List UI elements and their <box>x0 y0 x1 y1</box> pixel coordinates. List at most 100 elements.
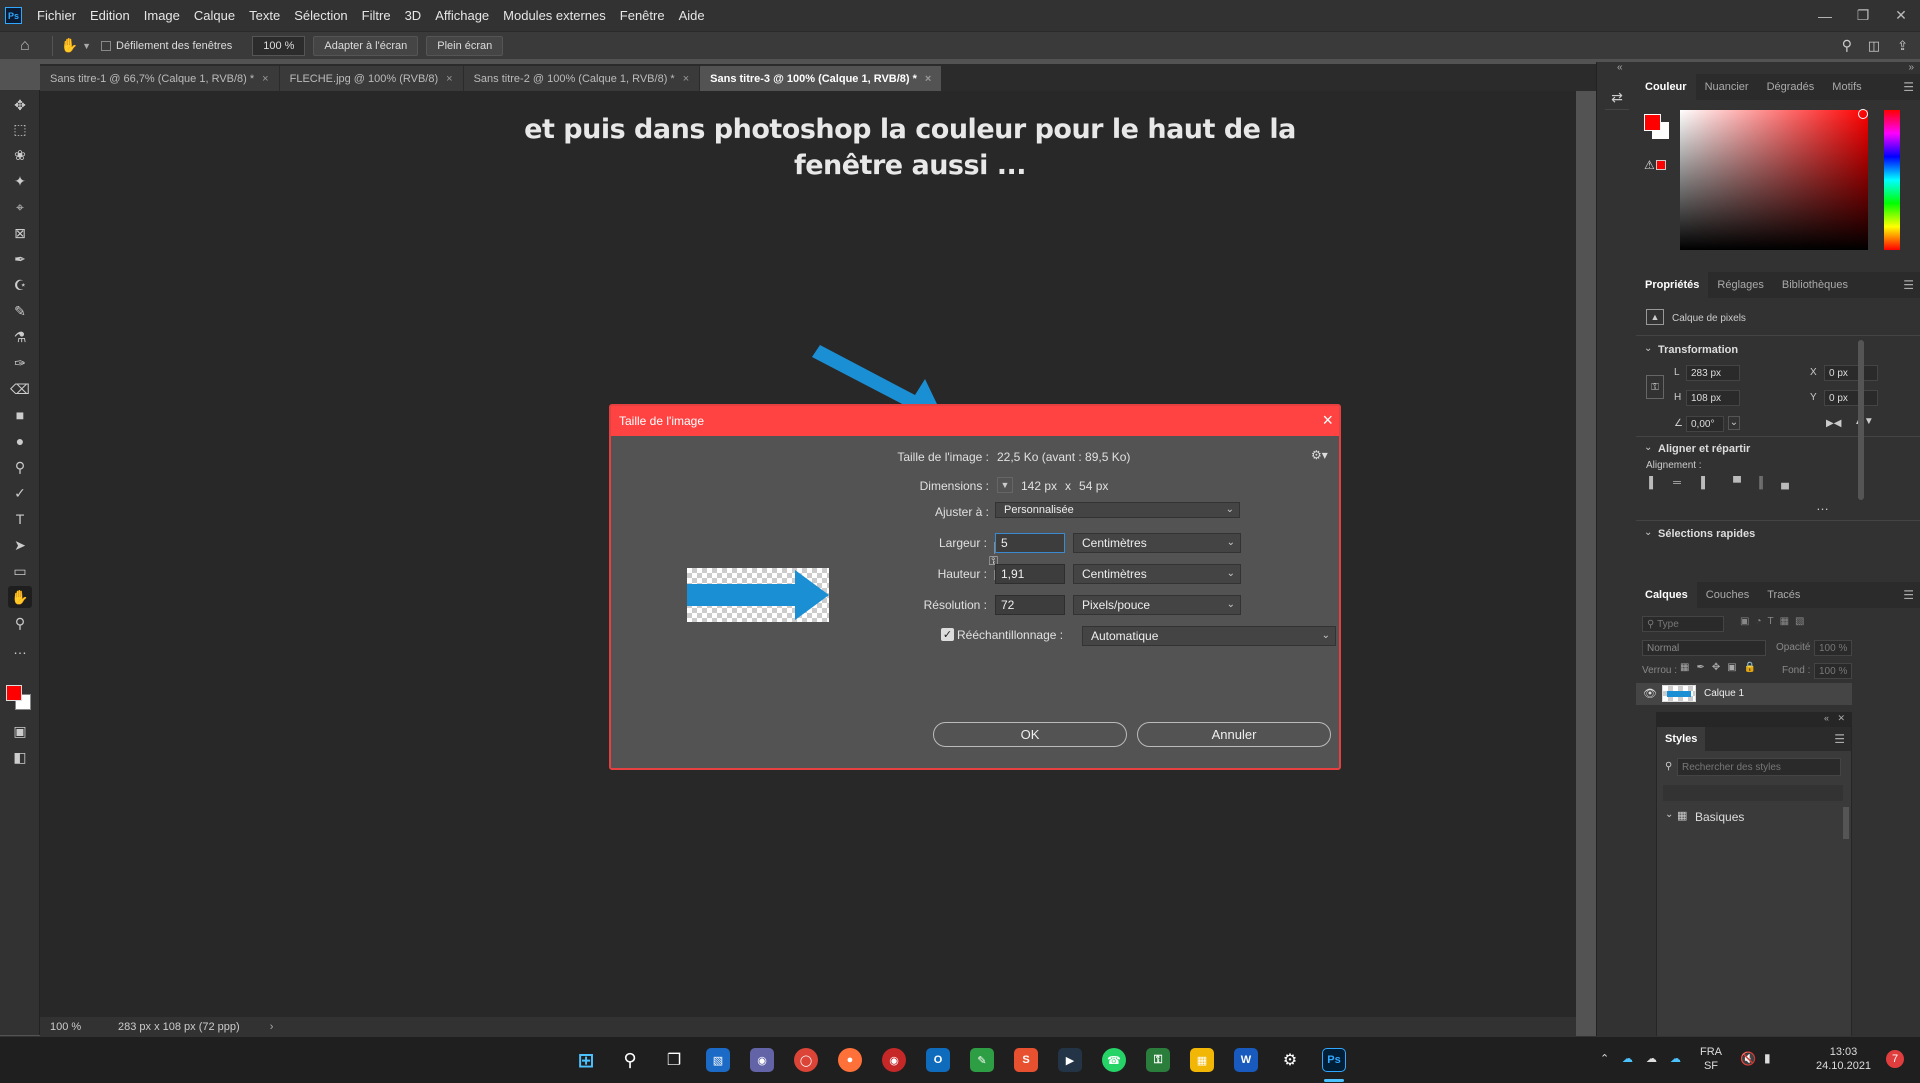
chevron-down-icon[interactable]: ⌄ <box>1665 809 1673 820</box>
color-field[interactable] <box>1680 110 1868 250</box>
edit-app-icon[interactable]: ✎ <box>970 1048 994 1072</box>
chevron-down-icon[interactable]: ⌄ <box>1644 442 1652 453</box>
crop-tool-icon[interactable]: ⌖ <box>8 196 32 218</box>
close-icon[interactable]: ✕ <box>1882 0 1920 31</box>
quick-mask-icon[interactable]: ▣ <box>8 720 32 742</box>
close-icon[interactable]: × <box>262 73 268 85</box>
lock-icons[interactable]: ▦✒✥▣🔒 <box>1680 662 1763 673</box>
menu-image[interactable]: Image <box>137 8 187 23</box>
firefox-icon[interactable]: ● <box>838 1048 862 1072</box>
x-input[interactable]: 0 px <box>1824 365 1878 381</box>
slides-app-icon[interactable]: S <box>1014 1048 1038 1072</box>
blur-tool-icon[interactable]: ● <box>8 430 32 452</box>
search-icon[interactable]: ⚲ <box>618 1048 642 1072</box>
color-picker-handle[interactable] <box>1858 109 1868 119</box>
gear-icon[interactable]: ⚙▾ <box>1311 448 1328 462</box>
type-tool-icon[interactable]: T <box>8 508 32 530</box>
tab-sans-titre-1[interactable]: Sans titre-1 @ 66,7% (Calque 1, RVB/8) *… <box>40 66 280 91</box>
screen-recorder-icon[interactable]: ◉ <box>882 1048 906 1072</box>
chevron-down-icon[interactable]: ▼ <box>82 41 91 51</box>
restore-icon[interactable]: ❐ <box>1844 0 1882 31</box>
chrome-icon[interactable]: ◯ <box>794 1048 818 1072</box>
tab-calques[interactable]: Calques <box>1636 582 1697 608</box>
menu-3d[interactable]: 3D <box>398 8 429 23</box>
task-view-icon[interactable]: ❐ <box>662 1048 686 1072</box>
close-icon[interactable]: ✕ <box>1837 713 1845 724</box>
word-icon[interactable]: W <box>1234 1048 1258 1072</box>
width-input[interactable]: 283 px <box>1686 365 1740 381</box>
file-explorer-icon[interactable]: ▦ <box>1190 1048 1214 1072</box>
hue-slider[interactable] <box>1884 110 1900 250</box>
collapse-icon[interactable]: » <box>1908 62 1914 73</box>
gamut-color-swatch[interactable] <box>1656 160 1666 170</box>
tab-nuancier[interactable]: Nuancier <box>1696 74 1758 100</box>
tab-fleche[interactable]: FLECHE.jpg @ 100% (RVB/8) × <box>279 66 464 91</box>
settings-icon[interactable]: ⚙ <box>1278 1048 1302 1072</box>
screen-mode-icon[interactable]: ◧ <box>8 746 32 768</box>
link-chain-icon[interactable]: ⚿ <box>1646 375 1664 399</box>
tab-proprietes[interactable]: Propriétés <box>1636 272 1709 298</box>
panel-menu-icon[interactable]: ☰ <box>1834 732 1845 746</box>
photoshop-taskbar-icon[interactable]: Ps <box>1322 1048 1346 1072</box>
history-brush-icon[interactable]: ✑ <box>8 352 32 374</box>
fill-input[interactable]: 100 % <box>1814 663 1852 679</box>
widgets-icon[interactable]: ▧ <box>706 1048 730 1072</box>
volume-muted-icon[interactable]: 🔇 <box>1740 1051 1756 1067</box>
styles-search-input[interactable]: Rechercher des styles <box>1677 758 1841 776</box>
battery-icon[interactable]: ▮ <box>1764 1051 1771 1065</box>
menu-modules-externes[interactable]: Modules externes <box>496 8 613 23</box>
frame-tool-icon[interactable]: ⊠ <box>8 222 32 244</box>
foreground-color-swatch[interactable] <box>6 685 22 701</box>
tab-reglages[interactable]: Réglages <box>1708 272 1772 298</box>
home-icon[interactable]: ⌂ <box>20 37 30 55</box>
fit-to-select[interactable]: Personnalisée ⌄ <box>995 502 1240 518</box>
layer-name[interactable]: Calque 1 <box>1704 688 1744 699</box>
tab-traces[interactable]: Tracés <box>1758 582 1809 608</box>
menu-edition[interactable]: Edition <box>83 8 137 23</box>
tab-degrades[interactable]: Dégradés <box>1758 74 1824 100</box>
blend-mode-select[interactable]: Normal <box>1642 640 1766 656</box>
hand-tool-icon[interactable]: ✋ <box>61 37 78 54</box>
share-icon[interactable]: ⇪ <box>1897 38 1908 54</box>
resample-select[interactable]: Automatique ⌄ <box>1082 626 1336 646</box>
chevron-down-icon[interactable]: ▼ <box>997 477 1013 493</box>
tab-bibliotheques[interactable]: Bibliothèques <box>1773 272 1857 298</box>
panel-menu-icon[interactable]: ☰ <box>1903 80 1914 94</box>
foreground-swatch[interactable] <box>1644 114 1661 131</box>
gradient-tool-icon[interactable]: ■ <box>8 404 32 426</box>
tab-styles[interactable]: Styles <box>1657 727 1706 751</box>
more-options-icon[interactable]: … <box>1816 498 1829 513</box>
chevron-up-icon[interactable]: ⌃ <box>1600 1052 1609 1065</box>
marquee-tool-icon[interactable]: ⬚ <box>8 118 32 140</box>
tab-sans-titre-3[interactable]: Sans titre-3 @ 100% (Calque 1, RVB/8) * × <box>700 66 943 91</box>
align-hcenter-icon[interactable]: ═ <box>1670 476 1684 490</box>
resolution-input[interactable]: 72 <box>995 595 1065 615</box>
close-icon[interactable]: × <box>925 73 931 85</box>
chevron-down-icon[interactable]: ⌄ <box>1644 343 1652 354</box>
language-indicator[interactable]: FRA SF <box>1700 1045 1722 1073</box>
windows-start-icon[interactable]: ⊞ <box>574 1048 598 1072</box>
clock[interactable]: 13:03 24.10.2021 <box>1816 1045 1871 1073</box>
magic-wand-icon[interactable]: ✦ <box>8 170 32 192</box>
width-unit-select[interactable]: Centimètres ⌄ <box>1073 533 1241 553</box>
scroll-all-checkbox[interactable] <box>101 40 112 51</box>
tab-sans-titre-2[interactable]: Sans titre-2 @ 100% (Calque 1, RVB/8) * × <box>463 66 701 91</box>
chevron-down-icon[interactable]: ⌄ <box>1728 416 1740 430</box>
close-icon[interactable]: × <box>1322 410 1333 431</box>
align-bottom-icon[interactable]: ▄ <box>1778 476 1792 490</box>
shape-tool-icon[interactable]: ▭ <box>8 560 32 582</box>
history-panel-icon[interactable]: ⇄ <box>1605 86 1629 110</box>
outlook-icon[interactable]: O <box>926 1048 950 1072</box>
ok-button[interactable]: OK <box>933 722 1127 747</box>
layer-filter-select[interactable]: ⚲ Type <box>1642 616 1724 632</box>
align-left-icon[interactable]: ▌ <box>1646 476 1660 490</box>
teams-chat-icon[interactable]: ◉ <box>750 1048 774 1072</box>
eraser-tool-icon[interactable]: ⌫ <box>8 378 32 400</box>
lock-app-icon[interactable]: ⚿ <box>1146 1048 1170 1072</box>
close-icon[interactable]: × <box>446 73 452 85</box>
chevron-down-icon[interactable]: ⌄ <box>1644 527 1652 538</box>
flip-horizontal-icon[interactable]: ▶◀ <box>1826 418 1841 429</box>
align-top-icon[interactable]: ▀ <box>1730 476 1744 490</box>
pen-tool-icon[interactable]: ✓ <box>8 482 32 504</box>
healing-brush-icon[interactable]: ☪ <box>8 274 32 296</box>
